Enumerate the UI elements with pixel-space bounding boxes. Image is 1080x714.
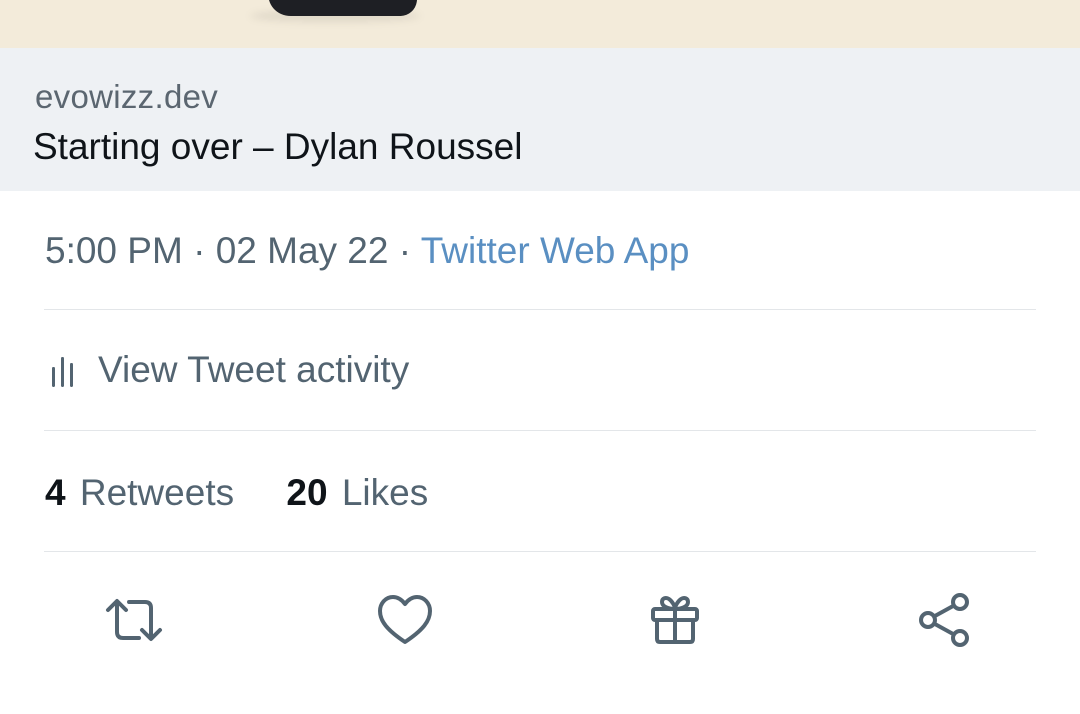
retweet-button[interactable] [104,590,164,650]
retweets-label: Retweets [79,472,235,513]
separator: · [398,230,412,271]
likes-label: Likes [341,472,429,513]
likes-stat[interactable]: 20 Likes [286,472,428,514]
tweet-stats: 4 Retweets 20 Likes [45,472,428,514]
tweet-detail: evowizz.dev Starting over – Dylan Rousse… [0,0,1080,714]
like-button[interactable] [375,590,435,650]
tweet-date[interactable]: 02 May 22 [216,230,389,271]
divider [44,309,1036,310]
retweet-icon [104,596,164,644]
view-tweet-activity-label: View Tweet activity [98,349,410,390]
share-icon [916,592,972,648]
heart-icon [377,594,433,646]
divider [44,430,1036,431]
likes-count: 20 [286,472,328,513]
link-card[interactable] [0,48,1080,191]
tweet-timestamp-row: 5:00 PM · 02 May 22 · Twitter Web App [45,230,689,272]
divider [44,551,1036,552]
link-card-title[interactable]: Starting over – Dylan Roussel [33,126,522,168]
view-tweet-activity-button[interactable]: View Tweet activity [50,348,409,392]
gift-icon [649,595,701,645]
tweet-source-link[interactable]: Twitter Web App [421,230,690,271]
tweet-time[interactable]: 5:00 PM [45,230,183,271]
retweets-stat[interactable]: 4 Retweets [45,472,234,514]
link-card-image[interactable] [0,0,1080,48]
share-button[interactable] [914,590,974,650]
separator: · [193,230,206,271]
device-image [264,0,422,16]
bar-chart-icon [50,353,76,387]
gift-button[interactable] [645,590,705,650]
retweets-count: 4 [45,472,66,513]
link-card-domain: evowizz.dev [35,78,219,115]
